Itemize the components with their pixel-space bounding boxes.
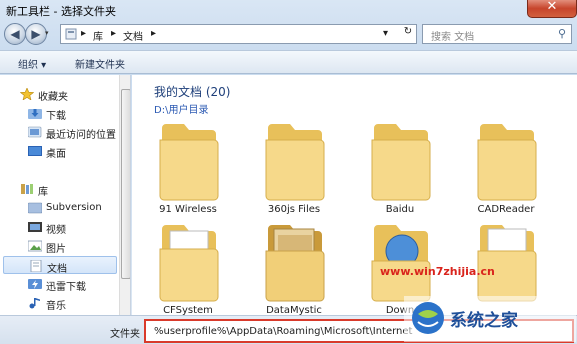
pictures-icon [28,240,42,252]
sidebar-item-label: 下载 [46,111,66,122]
sidebar-item-label: 视频 [46,225,66,236]
folder-icon [159,124,219,201]
watermark-url: www.win7zhijia.cn [380,265,495,278]
watermark-logo: 系统之家 [404,296,576,342]
folder-item[interactable]: CFSystem [142,221,234,315]
organize-menu-button[interactable]: 组织 ▾ [18,56,46,71]
sidebar-item-favorites[interactable]: 收藏夹 [0,85,118,103]
breadcrumb-separator[interactable]: ▸ [151,28,156,39]
folder-item[interactable]: CADReader [460,120,552,220]
breadcrumb-separator[interactable]: ▸ [81,28,86,39]
forward-button[interactable]: ▶ [25,23,47,45]
breadcrumb-libraries[interactable]: 库 [93,28,103,43]
documents-icon [30,260,42,272]
filename-label: 文件夹 [110,329,140,340]
sidebar-item-libraries[interactable]: 库 [0,180,118,198]
libraries-icon [65,28,77,40]
folder-name: DataMystic [266,305,322,315]
folder-with-documents-icon [159,225,219,302]
folder-item[interactable]: DataMystic [248,221,340,315]
sidebar-item-label: 库 [38,187,48,198]
navigation-scrollbar[interactable] [119,75,130,315]
sidebar-item-label: Subversion [46,202,102,213]
videos-icon [28,222,42,232]
sidebar-item-documents[interactable]: 文档 [3,256,117,275]
address-bar[interactable]: ▸ 库 ▸ 文档 ▸ ▾ ↻ [60,24,417,44]
libraries-icon [21,184,33,194]
folder-name: 91 Wireless [159,204,217,215]
folder-item[interactable]: 91 Wireless [142,120,234,220]
folder-name: CADReader [477,204,535,215]
download-folder-icon [28,109,42,119]
folder-name: 360js Files [267,204,321,215]
search-box[interactable]: 搜索 文档 ⚲ [422,24,572,44]
watermark-brand: 系统之家 [450,310,518,331]
folder-with-documents-icon [477,225,537,302]
sidebar-item-videos[interactable]: 视频 [0,218,118,236]
music-icon [29,298,40,309]
breadcrumb-documents[interactable]: 文档 [123,28,143,43]
sidebar-item-downloads[interactable]: 下载 [0,104,118,122]
search-placeholder[interactable]: 搜索 文档 [431,28,474,43]
sidebar-item-label: 音乐 [46,301,66,312]
sidebar-item-desktop[interactable]: 桌面 [0,142,118,160]
scrollbar-thumb[interactable] [121,89,130,279]
folder-picker-window: 新工具栏 - 选择文件夹 ✕ ◀ ▶ ▾ ▸ 库 ▸ 文档 ▸ ▾ ↻ 搜索 文… [0,0,577,344]
subversion-library-icon [28,202,42,214]
sidebar-item-label: 图片 [46,244,66,255]
sidebar-item-label: 文档 [47,264,67,275]
folder-with-globe-icon [371,225,431,302]
folder-with-documents-icon [265,225,325,302]
library-title: 我的文档 (20) [154,85,231,99]
library-location-link[interactable]: D:\用户目录 [154,101,208,116]
search-icon[interactable]: ⚲ [558,27,566,40]
folder-icon [371,124,431,201]
folder-item[interactable]: 360js Files [248,120,340,220]
sidebar-item-recent-places[interactable]: 最近访问的位置 [0,123,118,141]
command-bar: 组织 ▾ 新建文件夹 [0,50,577,74]
desktop-icon [28,146,42,156]
refresh-icon[interactable]: ↻ [398,26,418,42]
sidebar-item-subversion[interactable]: Subversion [0,199,118,217]
recent-places-icon [28,126,42,138]
breadcrumb-separator[interactable]: ▸ [111,28,116,39]
sidebar-item-pictures[interactable]: 图片 [0,237,118,255]
sidebar-item-music[interactable]: 音乐 [0,294,118,312]
navigation-pane: 收藏夹 下载 最近访问的位置 桌面 库 Subversion 视频 图片 文档 … [0,75,131,315]
folder-path-value[interactable]: %userprofile%\AppData\Roaming\Microsoft\… [154,326,412,337]
folder-item[interactable]: Baidu [354,120,446,220]
window-title: 新工具栏 - 选择文件夹 [6,5,116,18]
new-folder-button[interactable]: 新建文件夹 [75,56,125,71]
folder-name: CFSystem [163,305,213,315]
folder-icon [265,124,325,201]
folder-name: Baidu [385,204,415,215]
file-list-pane: 我的文档 (20) D:\用户目录 91 Wireless 360js File… [132,75,577,315]
title-bar: 新工具栏 - 选择文件夹 ✕ [0,0,577,22]
recent-pages-dropdown-icon[interactable]: ▾ [45,29,49,37]
sidebar-item-thunder-downloads[interactable]: 迅雷下载 [0,275,118,293]
folder-icon [477,124,537,201]
back-button[interactable]: ◀ [4,23,26,45]
sidebar-item-label: 迅雷下载 [46,282,86,293]
close-button[interactable]: ✕ [527,0,577,18]
favorites-star-icon [20,88,34,100]
sidebar-item-label: 最近访问的位置 [46,130,116,141]
sidebar-item-label: 桌面 [46,149,66,160]
address-dropdown-icon[interactable]: ▾ [383,28,388,39]
thunder-download-icon [28,279,42,289]
sidebar-item-label: 收藏夹 [38,92,68,103]
navigation-row: ◀ ▶ ▾ ▸ 库 ▸ 文档 ▸ ▾ ↻ 搜索 文档 ⚲ [0,22,577,48]
